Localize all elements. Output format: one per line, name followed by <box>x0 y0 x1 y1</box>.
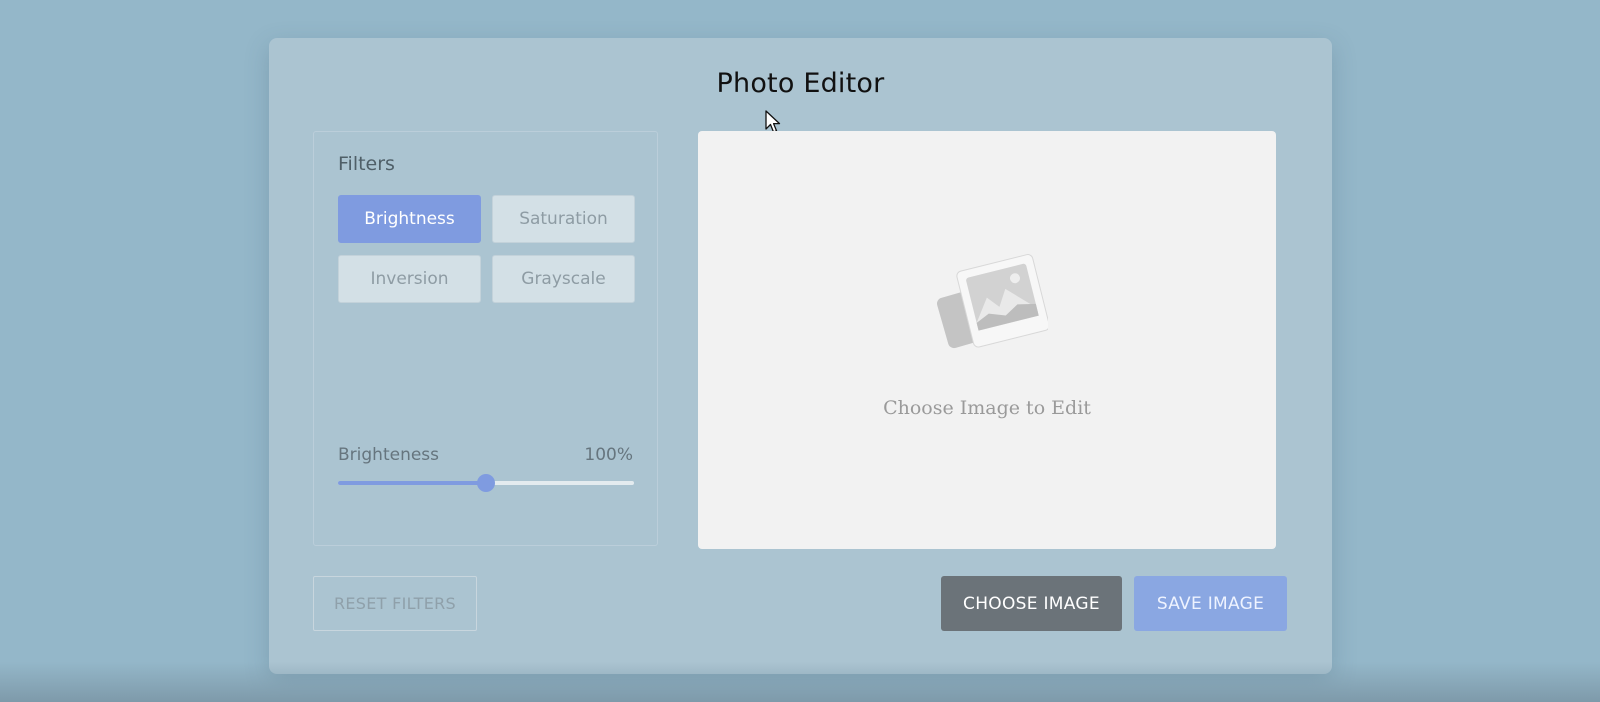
slider-label: Brighteness <box>338 445 440 465</box>
slider-value: 100% <box>584 445 633 465</box>
filter-saturation-button[interactable]: Saturation <box>492 195 635 243</box>
slider-thumb[interactable] <box>477 474 495 492</box>
page-title: Photo Editor <box>716 68 885 99</box>
filter-brightness-button[interactable]: Brightness <box>338 195 481 243</box>
bottom-shade <box>0 662 1600 702</box>
brightness-slider[interactable] <box>338 474 634 492</box>
choose-image-button[interactable]: CHOOSE IMAGE <box>941 576 1122 631</box>
image-preview[interactable]: Choose Image to Edit <box>698 131 1276 549</box>
save-image-button[interactable]: SAVE IMAGE <box>1134 576 1287 631</box>
placeholder-text: Choose Image to Edit <box>883 397 1091 419</box>
filters-panel: Filters Brightness Saturation Inversion … <box>313 131 658 546</box>
filter-inversion-button[interactable]: Inversion <box>338 255 481 303</box>
editor-card: Photo Editor Filters Brightness Saturati… <box>269 38 1332 674</box>
filter-grayscale-button[interactable]: Grayscale <box>492 255 635 303</box>
image-placeholder-icon <box>936 254 1048 349</box>
reset-filters-button[interactable]: RESET FILTERS <box>313 576 477 631</box>
filters-heading: Filters <box>338 153 395 175</box>
slider-fill <box>338 481 486 485</box>
